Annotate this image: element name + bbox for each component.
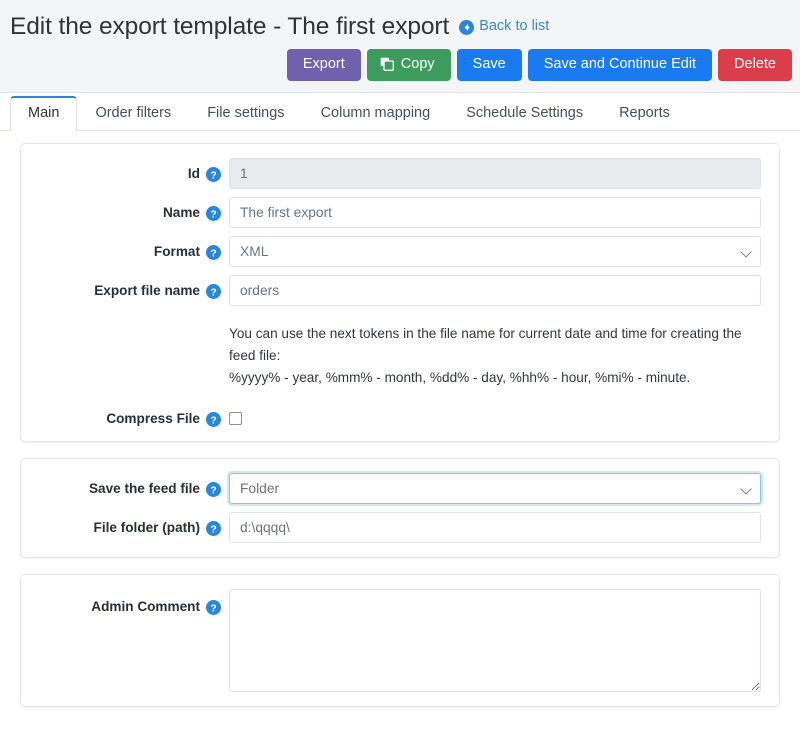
admin-comment-label-wrap: Admin Comment ? xyxy=(39,589,229,616)
admin-comment-card: Admin Comment ? xyxy=(20,574,780,708)
file-folder-input[interactable] xyxy=(229,512,761,544)
field-row-compress-file: Compress File ? xyxy=(39,403,761,427)
save-feed-file-label-wrap: Save the feed file ? xyxy=(39,473,229,498)
field-row-export-file-name: Export file name ? xyxy=(39,275,761,306)
question-mark-circle-icon[interactable]: ? xyxy=(206,600,221,616)
export-file-name-input[interactable] xyxy=(229,275,761,306)
destination-settings-card: Save the feed file ? File folder (path) xyxy=(20,458,780,559)
tokens-hint-wrap: You can use the next tokens in the file … xyxy=(229,314,761,395)
admin-comment-label: Admin Comment xyxy=(91,599,200,615)
save-button[interactable]: Save xyxy=(456,49,522,81)
id-input xyxy=(229,158,761,189)
admin-comment-textarea[interactable] xyxy=(229,589,761,693)
save-feed-file-field-wrap xyxy=(229,473,761,505)
tokens-hint-line-2: %yyyy% - year, %mm% - month, %dd% - day,… xyxy=(229,370,691,386)
svg-text:?: ? xyxy=(210,209,216,220)
tab-panel-main: Id ? Name xyxy=(0,131,800,743)
svg-text:?: ? xyxy=(210,170,216,181)
title-row: Edit the export template - The first exp… xyxy=(0,8,800,41)
compress-file-label: Compress File xyxy=(106,411,200,427)
field-row-id: Id ? xyxy=(39,158,761,189)
page-header: Edit the export template - The first exp… xyxy=(0,0,800,93)
general-settings-card: Id ? Name xyxy=(20,143,780,443)
copy-button-label: Copy xyxy=(400,56,435,72)
format-label-wrap: Format ? xyxy=(39,236,229,260)
toolbar-buttons: Export Copy Save Save and Continue Edit … xyxy=(286,49,792,81)
tokens-hint-line-1: You can use the next tokens in the file … xyxy=(229,326,742,364)
page-root: Edit the export template - The first exp… xyxy=(0,0,800,743)
tab-column-mapping[interactable]: Column mapping xyxy=(303,96,449,131)
field-row-name: Name ? xyxy=(39,197,761,228)
svg-text:?: ? xyxy=(210,287,216,298)
export-button[interactable]: Export xyxy=(286,49,361,81)
name-label-wrap: Name ? xyxy=(39,197,229,221)
tokens-hint-spacer xyxy=(39,314,229,322)
format-field-wrap xyxy=(229,236,761,267)
copy-button[interactable]: Copy xyxy=(366,49,451,81)
name-input[interactable] xyxy=(229,197,761,228)
circle-arrow-left-icon xyxy=(459,20,475,35)
field-row-admin-comment: Admin Comment ? xyxy=(39,589,761,693)
svg-text:?: ? xyxy=(210,248,216,259)
save-feed-file-label: Save the feed file xyxy=(88,481,200,497)
compress-file-field-wrap xyxy=(229,403,761,426)
field-row-save-feed-file: Save the feed file ? xyxy=(39,473,761,505)
question-mark-circle-icon[interactable]: ? xyxy=(206,244,221,260)
tab-reports[interactable]: Reports xyxy=(601,96,688,131)
file-folder-label-wrap: File folder (path) ? xyxy=(39,512,229,537)
id-label: Id xyxy=(187,166,200,181)
export-file-name-label-wrap: Export file name ? xyxy=(39,275,229,299)
name-field-wrap xyxy=(229,197,761,228)
file-folder-field-wrap xyxy=(229,512,761,544)
back-to-list-link[interactable]: Back to list xyxy=(459,17,550,35)
tokens-hint: You can use the next tokens in the file … xyxy=(229,314,761,395)
id-label-wrap: Id ? xyxy=(39,158,229,182)
back-to-list-label: Back to list xyxy=(479,17,550,34)
export-file-name-label: Export file name xyxy=(94,283,200,298)
name-label: Name xyxy=(162,205,200,220)
field-row-file-folder: File folder (path) ? xyxy=(39,512,761,544)
export-file-name-field-wrap xyxy=(229,275,761,306)
save-feed-file-select[interactable] xyxy=(229,473,761,505)
svg-text:?: ? xyxy=(210,524,216,535)
tokens-hint-row: You can use the next tokens in the file … xyxy=(39,314,761,395)
format-label: Format xyxy=(153,244,200,259)
svg-text:?: ? xyxy=(210,485,216,496)
delete-button[interactable]: Delete xyxy=(718,49,792,81)
format-select[interactable] xyxy=(229,236,761,267)
svg-text:?: ? xyxy=(210,603,216,614)
tab-file-settings[interactable]: File settings xyxy=(189,96,302,131)
compress-file-label-wrap: Compress File ? xyxy=(39,403,229,427)
question-mark-circle-icon[interactable]: ? xyxy=(206,521,221,537)
id-field-wrap xyxy=(229,158,761,189)
question-mark-circle-icon[interactable]: ? xyxy=(206,166,221,182)
question-mark-circle-icon[interactable]: ? xyxy=(206,283,221,299)
svg-text:?: ? xyxy=(210,415,216,426)
copy-icon xyxy=(380,57,394,72)
question-mark-circle-icon[interactable]: ? xyxy=(206,482,221,498)
file-folder-label: File folder (path) xyxy=(93,520,200,536)
question-mark-circle-icon[interactable]: ? xyxy=(206,411,221,427)
admin-comment-field-wrap xyxy=(229,589,761,693)
compress-file-checkbox[interactable] xyxy=(229,412,242,426)
field-row-format: Format ? xyxy=(39,236,761,267)
tab-main[interactable]: Main xyxy=(10,95,78,131)
tab-schedule-settings[interactable]: Schedule Settings xyxy=(448,96,601,131)
save-and-continue-edit-button[interactable]: Save and Continue Edit xyxy=(527,49,713,81)
tab-bar: Main Order filters File settings Column … xyxy=(0,93,800,131)
question-mark-circle-icon[interactable]: ? xyxy=(206,205,221,221)
tab-order-filters[interactable]: Order filters xyxy=(77,96,189,131)
page-title: Edit the export template - The first exp… xyxy=(10,13,450,40)
